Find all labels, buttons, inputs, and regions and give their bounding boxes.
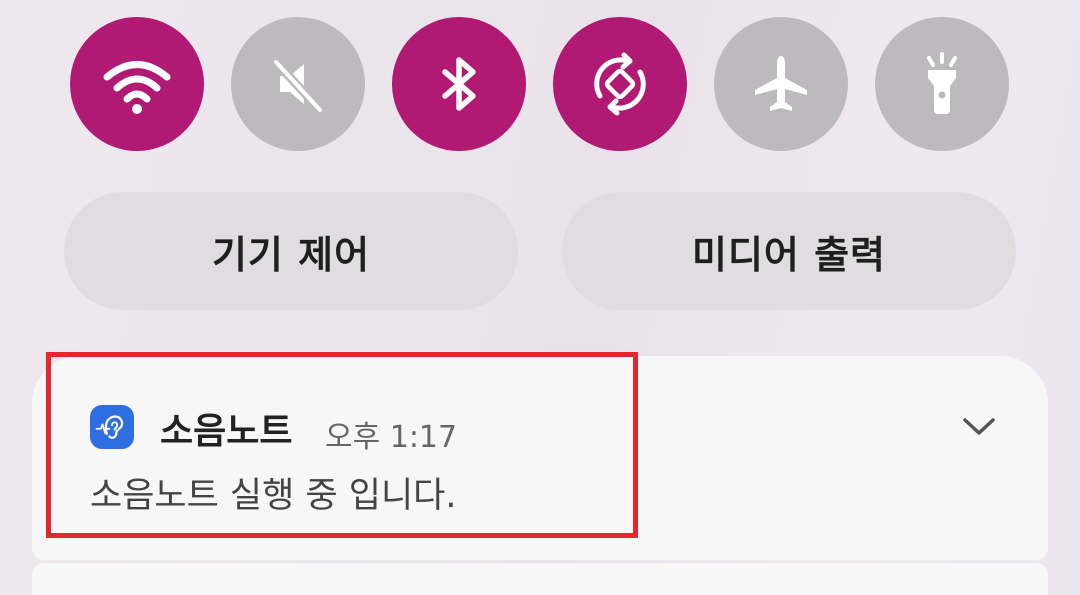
notification-time: 오후 1:17: [325, 420, 458, 455]
app-icon: [90, 405, 134, 449]
chevron-down-icon: [963, 418, 995, 435]
bluetooth-icon: [442, 57, 476, 111]
expand-button[interactable]: [956, 406, 1002, 446]
media-output-button[interactable]: 미디어 출력: [562, 192, 1016, 310]
wifi-toggle[interactable]: [70, 17, 204, 151]
airplane-icon: [755, 56, 807, 111]
notification-card[interactable]: [32, 356, 1048, 560]
notification-app-name: 소음노트: [160, 411, 293, 452]
device-control-button[interactable]: 기기 제어: [64, 192, 518, 310]
flashlight-toggle[interactable]: [875, 17, 1009, 151]
ear-icon: [95, 415, 124, 439]
auto-rotate-toggle[interactable]: [553, 17, 687, 151]
next-notification-card[interactable]: [32, 563, 1048, 595]
bluetooth-toggle[interactable]: [392, 17, 526, 151]
device-control-label: 기기 제어: [211, 232, 371, 277]
notification-message: 소음노트 실행 중 입니다.: [90, 476, 457, 516]
flashlight-icon: [927, 52, 957, 114]
sound-toggle[interactable]: [231, 17, 365, 151]
mute-icon: [272, 58, 324, 114]
rotate-icon: [594, 52, 646, 116]
media-output-label: 미디어 출력: [691, 232, 887, 277]
wifi-icon: [103, 61, 171, 114]
airplane-toggle[interactable]: [714, 17, 848, 151]
